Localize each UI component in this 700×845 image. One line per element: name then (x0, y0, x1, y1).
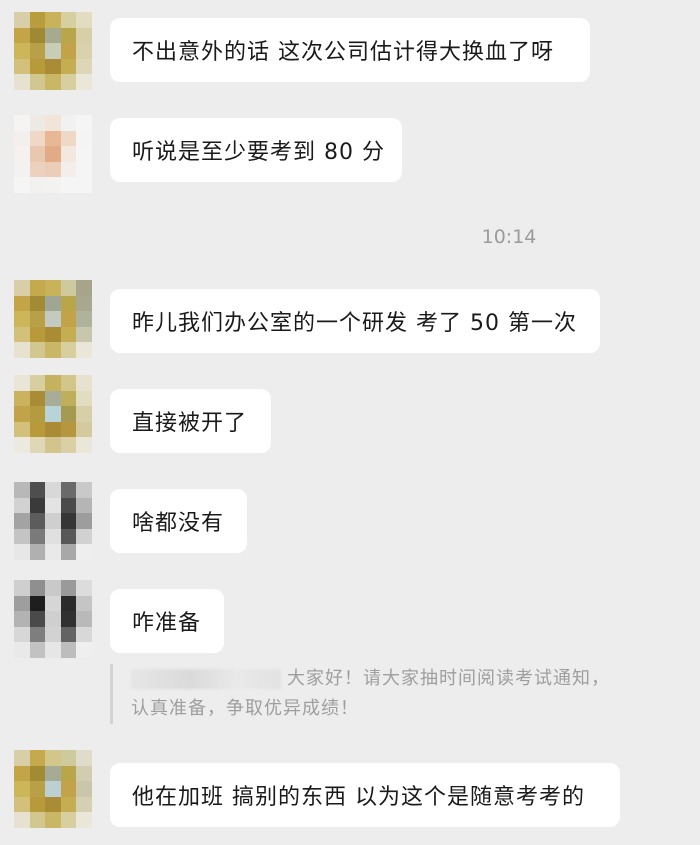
message-bubble[interactable]: 咋准备 (110, 589, 224, 653)
quoted-line-2: 认真准备，争取优异成绩！ (131, 698, 359, 719)
message-bubble[interactable]: 昨儿我们办公室的一个研发 考了 50 第一次 (110, 289, 600, 353)
quoted-line-1: 大家好！请大家抽时间阅读考试通知， (287, 668, 610, 689)
message-text: 啥都没有 (132, 511, 225, 536)
avatar[interactable] (14, 12, 92, 90)
avatar[interactable] (14, 115, 92, 193)
message-bubble[interactable]: 不出意外的话 这次公司估计得大换血了呀 (110, 18, 590, 82)
avatar[interactable] (14, 280, 92, 358)
timestamp: 10:14 (481, 226, 537, 248)
message-text: 听说是至少要考到 80 分 (132, 140, 385, 165)
message-bubble[interactable]: 直接被开了 (110, 389, 271, 453)
message-text: 他在加班 搞别的东西 以为这个是随意考考的 (132, 785, 585, 810)
message-text: 不出意外的话 这次公司估计得大换血了呀 (132, 40, 554, 65)
message-bubble[interactable]: 啥都没有 (110, 489, 247, 553)
quoted-message[interactable]: 大家好！请大家抽时间阅读考试通知， 认真准备，争取优异成绩！ (110, 664, 651, 724)
message-text: 直接被开了 (132, 411, 248, 436)
avatar[interactable] (14, 750, 92, 828)
message-bubble[interactable]: 听说是至少要考到 80 分 (110, 118, 402, 182)
avatar[interactable] (14, 375, 92, 453)
avatar[interactable] (14, 482, 92, 560)
message-text: 昨儿我们办公室的一个研发 考了 50 第一次 (132, 311, 577, 336)
quoted-sender-redacted (131, 669, 281, 689)
avatar[interactable] (14, 580, 92, 658)
message-bubble[interactable]: 他在加班 搞别的东西 以为这个是随意考考的 (110, 763, 620, 827)
message-text: 咋准备 (132, 611, 202, 636)
